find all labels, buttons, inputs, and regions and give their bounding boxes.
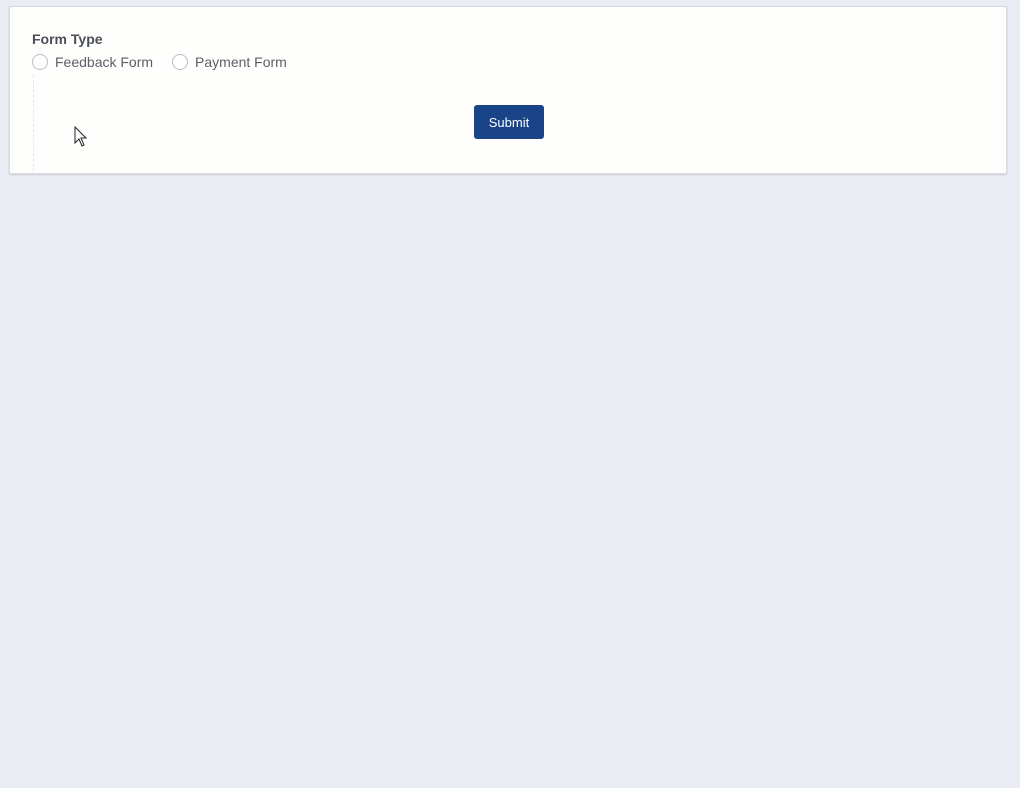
radio-button-payment-form[interactable]	[172, 54, 189, 70]
section-guide-line	[33, 75, 34, 171]
page: Form Type Feedback Form Payment Form Sub…	[0, 0, 1020, 788]
form-type-radio-group: Feedback Form Payment Form	[32, 54, 287, 70]
radio-label-feedback-form: Feedback Form	[55, 54, 154, 70]
radio-option-payment-form[interactable]: Payment Form	[172, 54, 287, 70]
form-type-label: Form Type	[32, 31, 103, 47]
radio-label-payment-form: Payment Form	[195, 54, 287, 70]
mouse-pointer-icon	[74, 126, 88, 147]
radio-option-feedback-form[interactable]: Feedback Form	[32, 54, 153, 70]
radio-button-feedback-form[interactable]	[32, 54, 48, 70]
submit-button[interactable]: Submit	[474, 105, 544, 139]
form-card: Form Type Feedback Form Payment Form Sub…	[9, 6, 1007, 174]
